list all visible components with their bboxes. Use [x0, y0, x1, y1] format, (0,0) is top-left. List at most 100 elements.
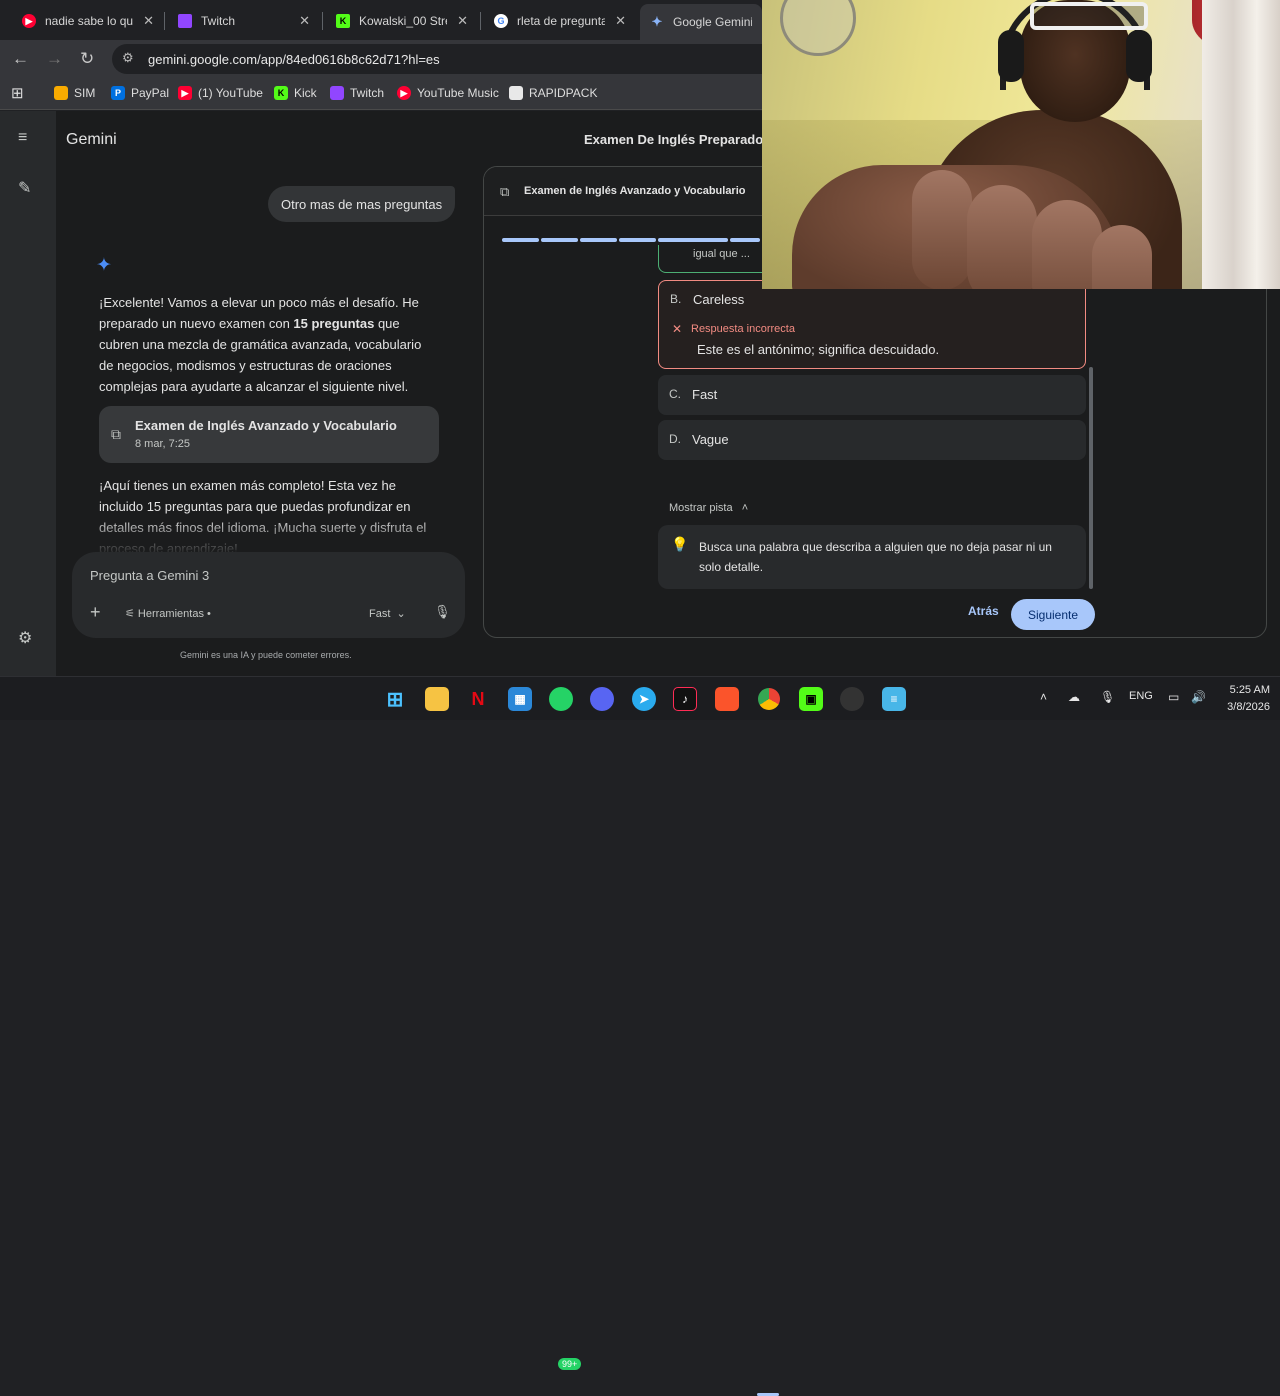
progress-segment [658, 238, 728, 242]
browser-tab[interactable]: G rleta de preguntas ✕ [484, 6, 634, 36]
quiz-title: Examen de Inglés Avanzado y Vocabulario [524, 185, 746, 197]
user-message-text: Otro mas de mas preguntas [281, 196, 443, 212]
kick-icon: K [274, 86, 288, 100]
document-icon: ⧉ [500, 184, 510, 199]
close-tab-icon[interactable]: ✕ [143, 13, 154, 29]
bookmark-paypal[interactable]: P PayPal [111, 86, 169, 100]
microphone-icon[interactable]: 🎙 [1100, 690, 1115, 704]
close-tab-icon[interactable]: ✕ [457, 13, 468, 29]
document-icon: ⧉ [111, 426, 121, 442]
youtube-music-icon: ▶ [397, 86, 411, 100]
quiz-scrollbar[interactable] [1089, 367, 1093, 589]
chevron-up-icon: ˄ [735, 502, 749, 514]
next-button[interactable]: Siguiente [1011, 599, 1095, 630]
menu-icon[interactable]: ≡ [18, 129, 27, 147]
browser-tab[interactable]: ▶ nadie sabe lo que ✕ [12, 6, 162, 36]
disclaimer-text: Gemini es una IA y puede cometer errores… [180, 650, 352, 660]
document-card-date: 8 mar, 7:25 [135, 438, 191, 450]
obs-icon[interactable] [840, 687, 864, 711]
file-explorer-icon[interactable] [425, 687, 449, 711]
browser-tab[interactable]: K Kowalski_00 Strea ✕ [326, 6, 476, 36]
paypal-icon: P [111, 86, 125, 100]
gemini-brand[interactable]: Gemini [66, 131, 117, 149]
bookmark-kick[interactable]: K Kick [274, 86, 317, 100]
telegram-icon[interactable]: ➤ [632, 687, 656, 711]
twitch-icon [330, 86, 344, 100]
windows-taskbar: ⊞ N ▦ 99+ ➤ ♪ ▣ ≡ ˄ ☁ 🎙 ENG ▭ 🔊 5:25 AM … [0, 676, 1280, 1396]
progress-segment [730, 238, 760, 242]
chevron-up-icon[interactable]: ˄ [1040, 690, 1047, 704]
wall-fan [780, 0, 856, 56]
back-button[interactable]: Atrás [968, 604, 999, 618]
google-icon: G [494, 14, 508, 28]
twitch-icon [178, 14, 192, 28]
apps-grid-icon[interactable]: ⊞ [11, 84, 24, 102]
tools-button[interactable]: ⚟ Herramientas • [125, 607, 211, 620]
bookmark-sim[interactable]: SIM [54, 86, 95, 100]
bookmark-rapidpack[interactable]: RAPIDPACK [509, 86, 597, 100]
incorrect-explanation: Este es el antónimo; significa descuidad… [697, 342, 940, 357]
volume-icon[interactable]: 🔊 [1191, 690, 1206, 704]
prompt-input[interactable]: Pregunta a Gemini 3 [90, 568, 209, 583]
close-tab-icon[interactable]: ✕ [615, 13, 626, 29]
gemini-icon: ✦ [651, 14, 663, 29]
model-mode-select[interactable]: Fast ⌄ [369, 607, 406, 620]
hint-text: Busca una palabra que describa a alguien… [699, 540, 1052, 574]
kick-icon: K [336, 14, 350, 28]
document-card-title: Examen de Inglés Avanzado y Vocabulario [135, 418, 397, 433]
whatsapp-badge: 99+ [558, 1358, 582, 1370]
netflix-icon[interactable]: N [466, 687, 490, 711]
address-bar[interactable]: ⚙ gemini.google.com/app/84ed0616b8c62d71… [112, 44, 792, 74]
progress-segment [502, 238, 539, 242]
incorrect-x-icon: ✕ [672, 322, 683, 336]
progress-segment [619, 238, 656, 242]
discord-icon[interactable] [590, 687, 614, 711]
calendar-icon[interactable]: ▦ [508, 687, 532, 711]
site-settings-icon[interactable]: ⚙ [122, 50, 134, 66]
quiz-document-card[interactable]: ⧉ Examen de Inglés Avanzado y Vocabulari… [99, 406, 439, 463]
network-icon[interactable]: ▭ [1168, 690, 1179, 704]
brave-icon[interactable] [715, 687, 739, 711]
windows-start-icon[interactable]: ⊞ [383, 687, 407, 711]
add-icon[interactable]: + [90, 602, 101, 623]
youtube-icon: ▶ [22, 14, 36, 28]
forward-arrow-icon[interactable]: → [46, 49, 63, 69]
sim-icon [54, 86, 68, 100]
tiktok-icon[interactable]: ♪ [673, 687, 697, 711]
bookmark-youtube[interactable]: ▶ (1) YouTube [178, 86, 263, 100]
answer-option-d[interactable]: D. Vague [658, 420, 1086, 460]
progress-segment [541, 238, 578, 242]
language-indicator[interactable]: ENG [1129, 690, 1153, 702]
chrome-icon[interactable] [757, 687, 781, 711]
clock-date[interactable]: 3/8/2026 [1222, 701, 1270, 713]
whatsapp-icon[interactable] [549, 687, 573, 711]
incorrect-label: Respuesta incorrecta [691, 323, 795, 335]
new-chat-icon[interactable]: ✎ [18, 178, 31, 198]
settings-gear-icon[interactable]: ⚙ [18, 628, 32, 648]
onedrive-icon[interactable]: ☁ [1068, 690, 1080, 704]
close-tab-icon[interactable]: ✕ [299, 13, 310, 29]
lightbulb-icon: 💡 [671, 536, 689, 552]
sunglasses [1030, 2, 1148, 30]
show-hint-toggle[interactable]: Mostrar pista ˄ [669, 502, 748, 514]
kick-app-icon[interactable]: ▣ [799, 687, 823, 711]
clock-time[interactable]: 5:25 AM [1222, 684, 1270, 696]
youtube-icon: ▶ [178, 86, 192, 100]
browser-tab-active[interactable]: ✦ Google Gemini [640, 4, 762, 40]
browser-tab[interactable]: Twitch ✕ [168, 6, 318, 36]
microphone-icon[interactable]: 🎙 [434, 604, 451, 620]
bookmark-youtube-music[interactable]: ▶ YouTube Music [397, 86, 499, 100]
answer-option-b-incorrect[interactable]: B. Careless ✕ Respuesta incorrecta Este … [658, 280, 1086, 369]
chat-title[interactable]: Examen De Inglés Preparado [584, 132, 763, 147]
reload-icon[interactable]: ↻ [80, 49, 94, 69]
notepad-icon[interactable]: ≡ [882, 687, 906, 711]
rapidpack-icon [509, 86, 523, 100]
response-intro: ¡Excelente! Vamos a elevar un poco más e… [99, 295, 422, 394]
url-text: gemini.google.com/app/84ed0616b8c62d71?h… [148, 52, 440, 67]
bookmark-twitch[interactable]: Twitch [330, 86, 384, 100]
webcam-overlay [762, 0, 1280, 289]
user-message-bubble: Otro mas de mas preguntas [268, 186, 456, 222]
back-arrow-icon[interactable]: ← [12, 49, 29, 69]
prompt-box[interactable]: Pregunta a Gemini 3 + ⚟ Herramientas • F… [72, 552, 465, 638]
answer-option-c[interactable]: C. Fast [658, 375, 1086, 415]
